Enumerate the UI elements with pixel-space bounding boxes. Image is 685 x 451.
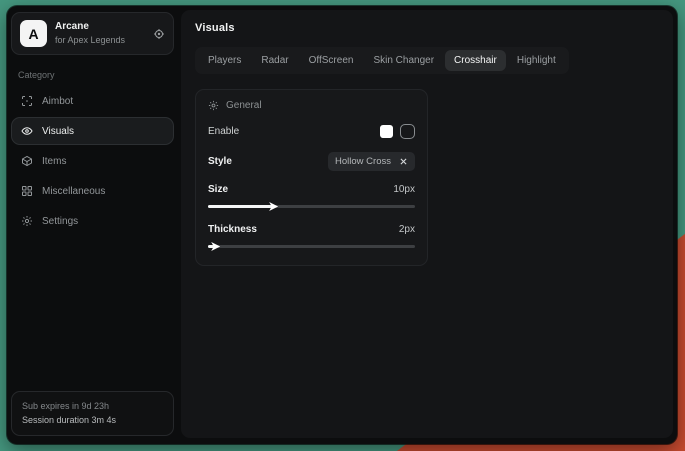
clear-icon[interactable] [399,157,408,166]
target-icon[interactable] [153,28,165,40]
tab-players[interactable]: Players [199,50,250,71]
sidebar-item-items[interactable]: Items [11,147,174,175]
visuals-tabbar: Players Radar OffScreen Skin Changer Cro… [195,47,569,74]
tab-highlight[interactable]: Highlight [508,50,565,71]
sidebar-item-label: Settings [42,216,78,227]
sidebar-item-label: Aimbot [42,96,73,107]
sidebar-item-label: Miscellaneous [42,186,105,197]
tab-offscreen[interactable]: OffScreen [300,50,363,71]
tab-crosshair[interactable]: Crosshair [445,50,506,71]
thickness-slider[interactable] [208,242,415,251]
sidebar-item-miscellaneous[interactable]: Miscellaneous [11,177,174,205]
sidebar-item-label: Visuals [42,126,74,137]
slider-track[interactable] [208,245,415,248]
size-label: Size [208,184,228,195]
brand-card: A Arcane for Apex Legends [11,12,174,55]
enable-row: Enable [208,124,415,139]
sidebar-item-visuals[interactable]: Visuals [11,117,174,145]
gear-icon [21,215,33,227]
page-title: Visuals [195,22,659,34]
style-selected-value: Hollow Cross [335,156,391,167]
slider-fill [208,205,272,208]
sidebar-item-label: Items [42,156,66,167]
sub-expires-text: Sub expires in 9d 23h [22,400,163,414]
tab-skin-changer[interactable]: Skin Changer [364,50,443,71]
category-label: Category [18,70,174,80]
brand-title: Arcane [55,21,145,34]
crosshair-scope-icon [21,95,33,107]
grid-icon [21,185,33,197]
tab-radar[interactable]: Radar [252,50,297,71]
general-panel: General Enable Style Hollow Cross [195,89,428,266]
style-select[interactable]: Hollow Cross [328,152,415,171]
color-swatch[interactable] [380,125,393,138]
subscription-status-card: Sub expires in 9d 23h Session duration 3… [11,391,174,436]
style-row: Style Hollow Cross [208,152,415,171]
enable-label: Enable [208,126,239,137]
eye-icon [21,125,33,137]
session-duration-text: Session duration 3m 4s [22,414,163,428]
app-window: A Arcane for Apex Legends Category [7,6,677,444]
panel-title: General [226,100,262,111]
brand-text: Arcane for Apex Legends [55,21,145,47]
thickness-label: Thickness [208,224,257,235]
size-value: 10px [393,184,415,195]
main-panel: Visuals Players Radar OffScreen Skin Cha… [181,10,673,438]
brand-subtitle: for Apex Legends [55,35,145,46]
sidebar-item-aimbot[interactable]: Aimbot [11,87,174,115]
sidebar: A Arcane for Apex Legends Category [7,6,178,444]
style-label: Style [208,156,232,167]
thickness-row: Thickness 2px [208,224,415,235]
box-icon [21,155,33,167]
enable-checkbox[interactable] [400,124,415,139]
thickness-value: 2px [399,224,415,235]
gear-icon [208,100,219,111]
brand-logo: A [20,20,47,47]
general-panel-header: General [208,100,415,111]
sidebar-item-settings[interactable]: Settings [11,207,174,235]
size-row: Size 10px [208,184,415,195]
size-slider[interactable] [208,202,415,211]
sidebar-nav: Aimbot Visuals Items [11,87,174,235]
